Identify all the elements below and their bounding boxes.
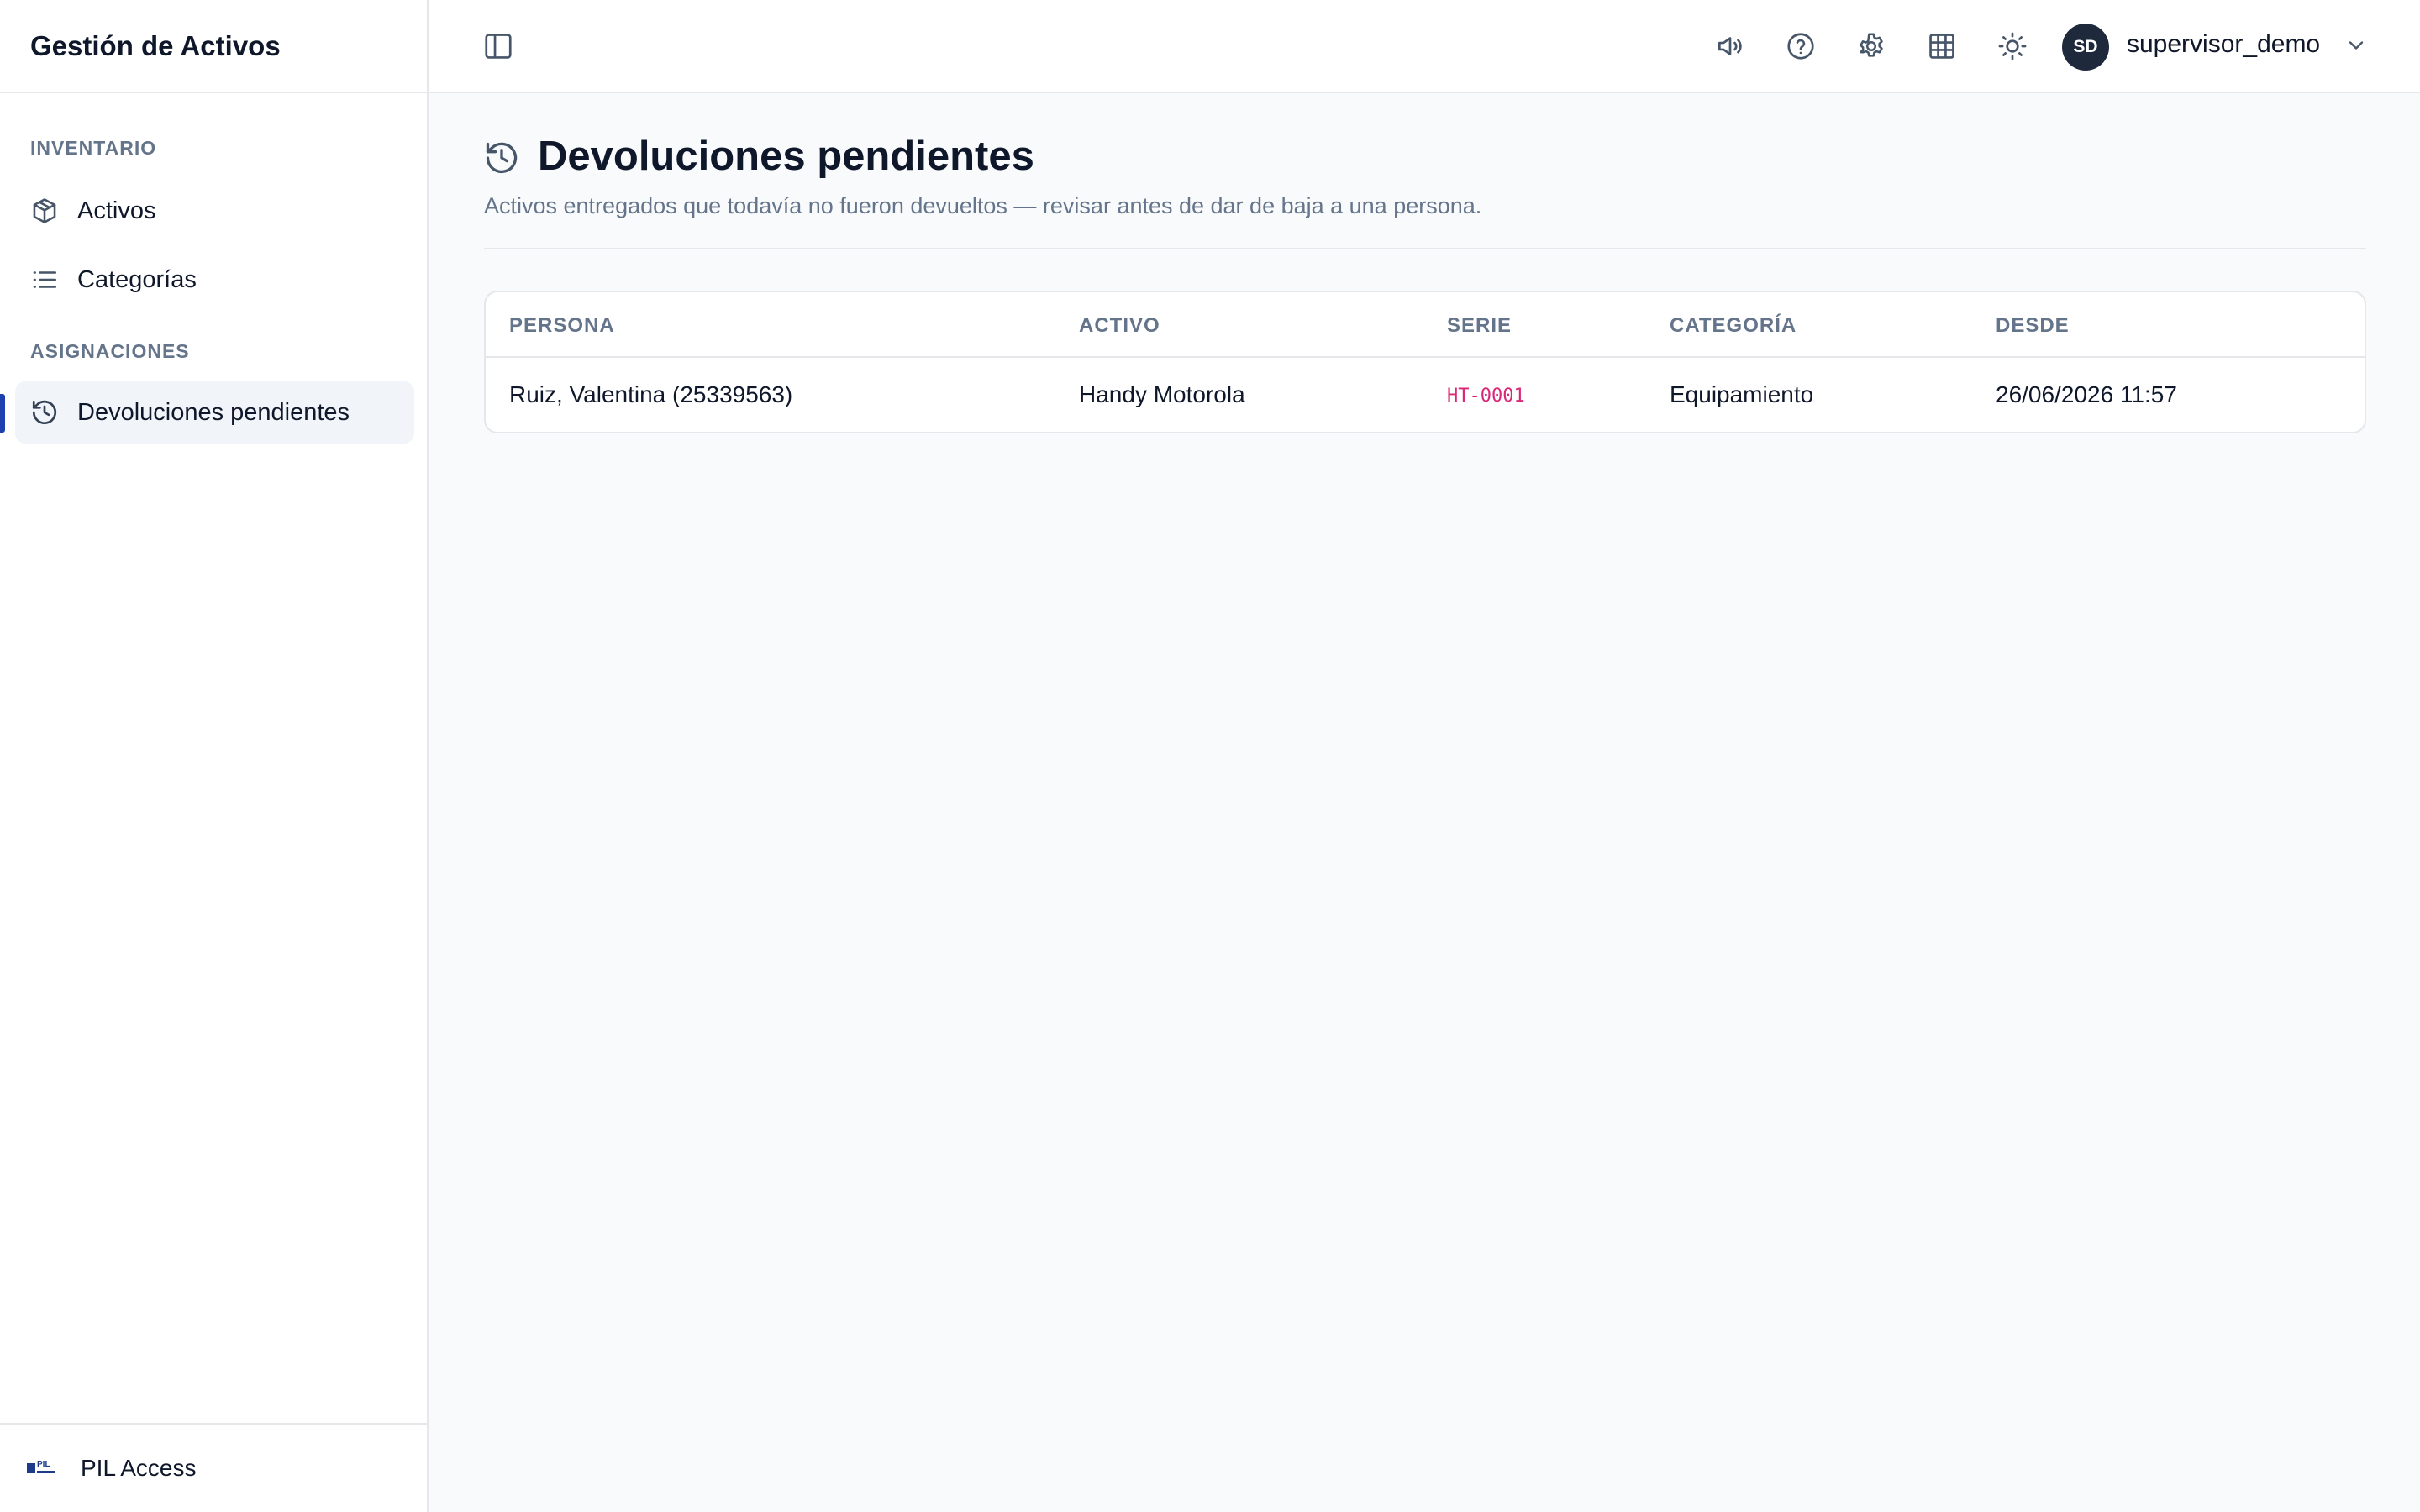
sun-icon[interactable] [1996,30,2028,62]
chevron-down-icon[interactable] [2344,34,2368,57]
package-icon [30,197,59,225]
section-label-asignaciones: ASIGNACIONES [30,340,190,362]
cell-activo: Handy Motorola [1079,381,1245,407]
page-subtitle: Activos entregados que todavía no fueron… [484,193,1482,218]
list-icon [30,265,59,294]
divider [484,248,2366,249]
sidebar: Gestión de Activos INVENTARIO Activos Ca… [0,0,429,1512]
history-icon [483,139,520,176]
cell-desde: 26/06/2026 11:57 [1996,381,2177,407]
megaphone-icon[interactable] [1714,30,1746,62]
sidebar-footer[interactable]: PIL PIL Access [0,1423,427,1512]
active-indicator [0,394,5,433]
grid-icon[interactable] [1926,30,1958,62]
sidebar-item-activos[interactable]: Activos [15,180,414,242]
sidebar-item-categorias[interactable]: Categorías [15,249,414,311]
sidebar-toggle-icon[interactable] [482,30,514,62]
page-title: Devoluciones pendientes [538,134,1034,179]
table-header: PERSONA ACTIVO SERIE CATEGORÍA DESDE [486,292,2365,358]
help-icon[interactable] [1785,30,1817,62]
table-row[interactable]: Ruiz, Valentina (25339563) Handy Motorol… [486,358,2365,432]
column-header-activo[interactable]: ACTIVO [1079,314,1160,338]
pil-logo: PIL [27,1461,57,1476]
sidebar-item-label: Categorías [77,265,197,293]
column-header-categoria[interactable]: CATEGORÍA [1670,314,1797,338]
history-icon [30,398,59,427]
column-header-persona[interactable]: PERSONA [509,314,615,338]
topbar: SD supervisor_demo [429,0,2420,93]
settings-icon[interactable] [1855,30,1887,62]
user-name[interactable]: supervisor_demo [2127,30,2320,59]
cell-serie: HT-0001 [1447,386,1525,407]
app-title: Gestión de Activos [0,0,427,93]
cell-persona: Ruiz, Valentina (25339563) [509,381,793,407]
avatar[interactable]: SD [2062,24,2109,71]
section-label-inventario: INVENTARIO [30,137,157,159]
pending-returns-table: PERSONA ACTIVO SERIE CATEGORÍA DESDE Rui… [484,291,2366,433]
sidebar-item-label: Activos [77,197,156,224]
sidebar-item-label: Devoluciones pendientes [77,398,350,426]
sidebar-item-devoluciones-pendientes[interactable]: Devoluciones pendientes [15,381,414,444]
cell-categoria: Equipamiento [1670,381,1814,407]
footer-label: PIL Access [81,1455,197,1481]
column-header-serie[interactable]: SERIE [1447,314,1512,338]
column-header-desde[interactable]: DESDE [1996,314,2070,338]
